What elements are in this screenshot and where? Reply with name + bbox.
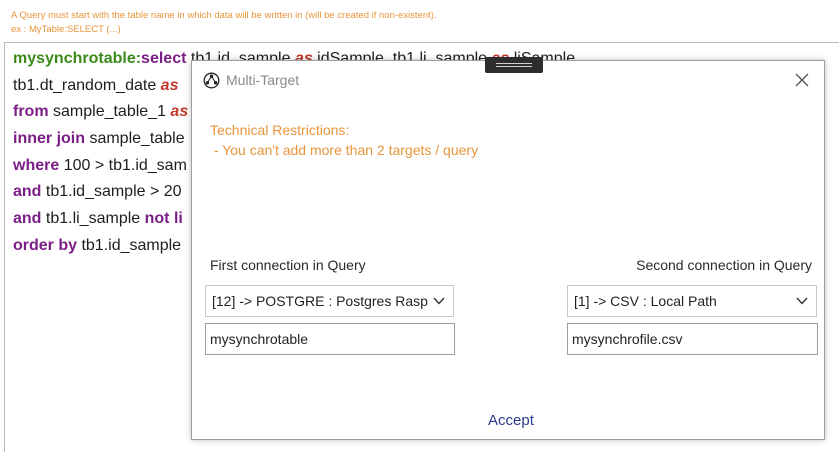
chevron-down-icon xyxy=(433,297,445,305)
code-token: mysynchrotable: xyxy=(13,50,142,67)
chevron-down-icon xyxy=(796,297,808,305)
code-token: sample_table xyxy=(85,130,185,148)
first-connection-value: [12] -> POSTGRE : Postgres Rasp xyxy=(212,293,428,309)
code-token: tb1.id_sample > 20 xyxy=(41,183,182,201)
second-connection-select[interactable]: [1] -> CSV : Local Path xyxy=(567,285,817,317)
code-token: tb1.li_sample xyxy=(41,210,145,228)
code-token: from xyxy=(13,103,49,121)
first-connection-label: First connection in Query xyxy=(210,257,366,273)
close-icon[interactable] xyxy=(793,71,811,89)
code-token: select xyxy=(141,50,187,67)
restrictions-item: - You can't add more than 2 targets / qu… xyxy=(210,142,479,158)
code-token: as xyxy=(170,103,189,121)
dialog-title: Multi-Target xyxy=(226,72,300,88)
code-token: tb1.id_sample xyxy=(77,236,182,254)
code-token: order by xyxy=(13,236,78,254)
code-token: sample_table_1 xyxy=(48,103,171,121)
code-token: and xyxy=(13,183,42,201)
first-target-input[interactable]: mysynchrotable xyxy=(205,323,455,355)
accept-button[interactable]: Accept xyxy=(488,412,534,429)
code-token: and xyxy=(13,210,42,228)
query-hint-line-1: A Query must start with the table name i… xyxy=(11,10,437,21)
restrictions-title: Technical Restrictions: xyxy=(210,122,350,138)
technical-restrictions: Technical Restrictions: - You can't add … xyxy=(210,120,478,160)
second-connection-label: Second connection in Query xyxy=(636,257,812,273)
drag-handle[interactable] xyxy=(485,57,543,73)
code-token: where xyxy=(13,156,60,174)
query-hint: A Query must start with the table name i… xyxy=(11,9,437,37)
first-connection-select[interactable]: [12] -> POSTGRE : Postgres Rasp xyxy=(205,285,454,317)
code-token: tb1.dt_random_date xyxy=(13,76,161,94)
code-token: not li xyxy=(144,210,183,228)
multi-target-dialog: Multi-Target Technical Restrictions: - Y… xyxy=(191,60,825,440)
second-connection-value: [1] -> CSV : Local Path xyxy=(574,293,717,309)
connection-nodes-icon xyxy=(203,72,220,89)
code-token: inner join xyxy=(13,130,85,148)
code-token: 100 > tb1.id_sam xyxy=(59,156,187,174)
second-target-input[interactable]: mysynchrofile.csv xyxy=(567,323,818,355)
code-token: as xyxy=(160,76,179,94)
query-hint-line-2: ex : MyTable:SELECT (...) xyxy=(11,24,121,35)
